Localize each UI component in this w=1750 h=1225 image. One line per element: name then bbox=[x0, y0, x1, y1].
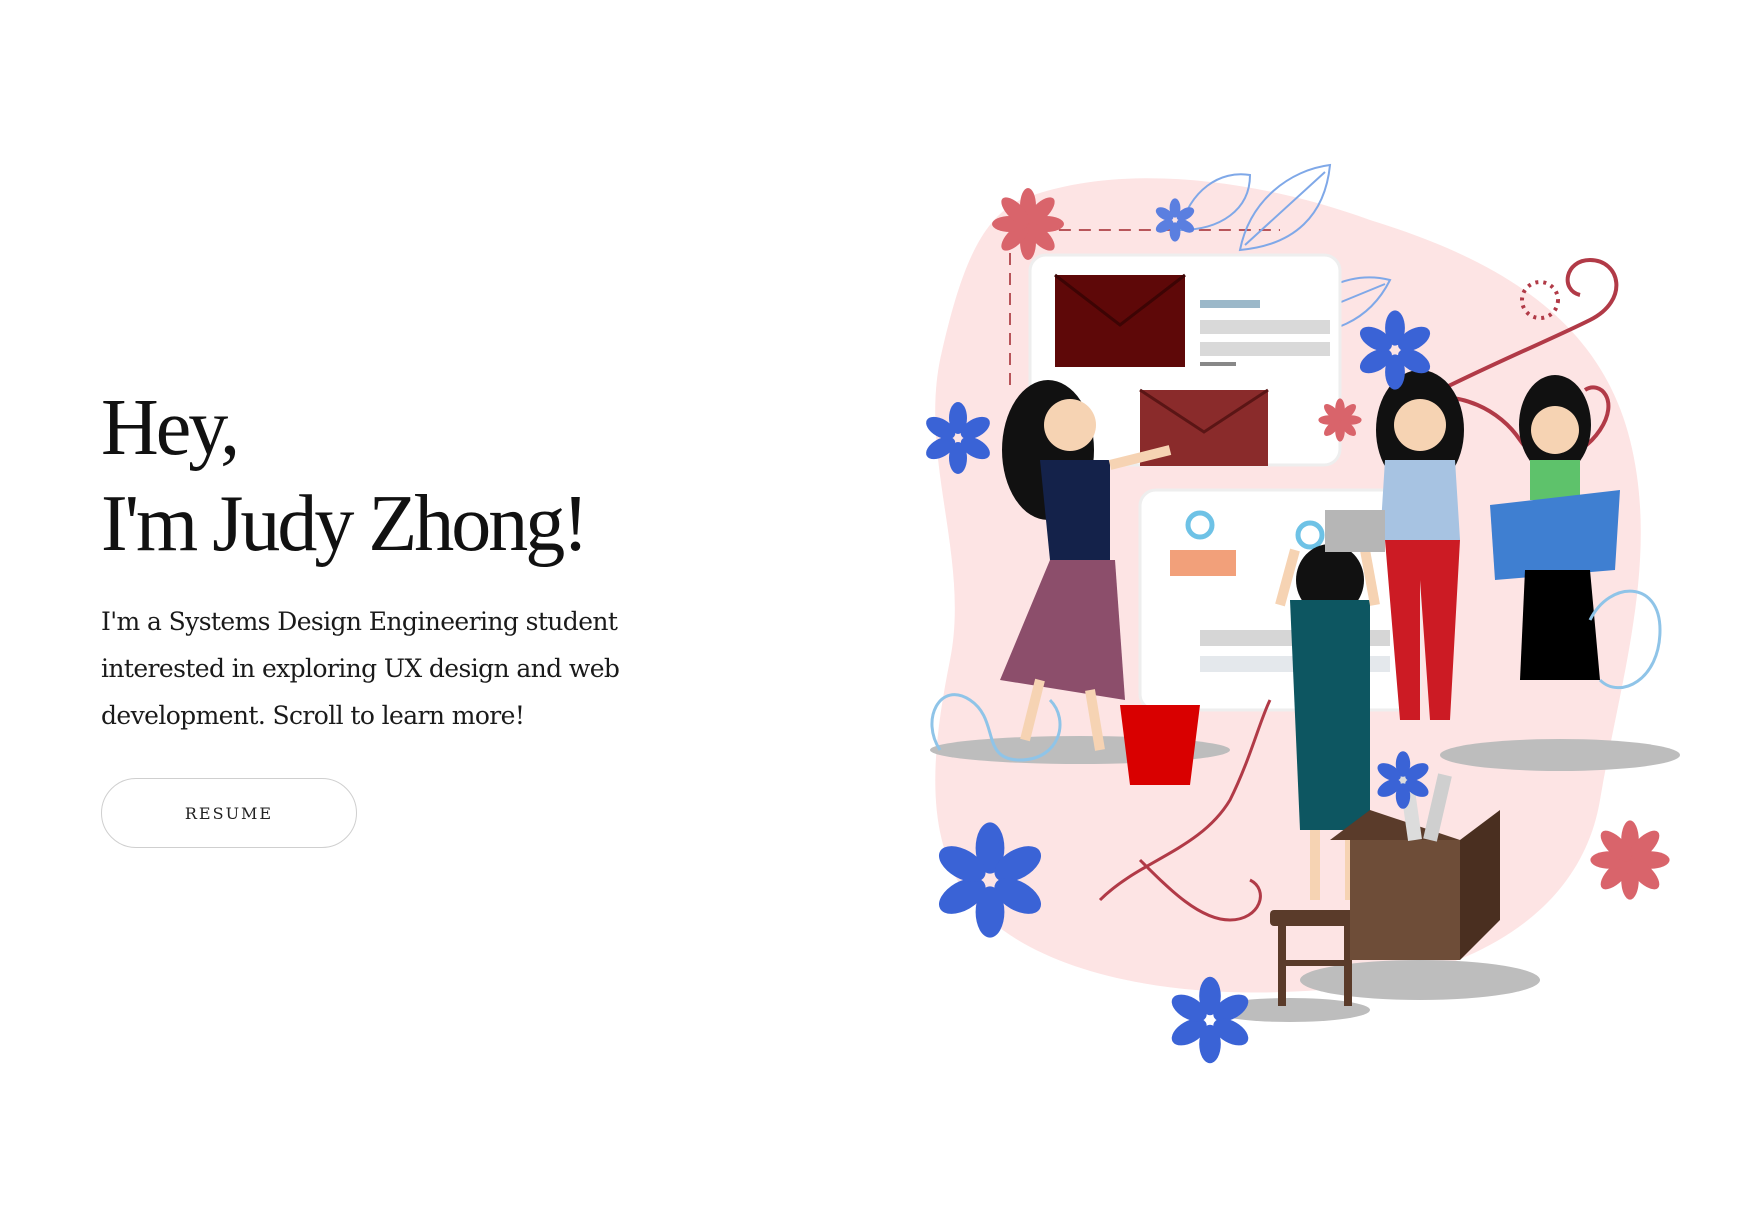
greeting-line-1: Hey, bbox=[101, 384, 240, 472]
hero-text: Hey, I'm Judy Zhong! I'm a Systems Desig… bbox=[101, 380, 721, 739]
resume-button[interactable]: RESUME bbox=[101, 778, 357, 848]
hero-illustration bbox=[922, 163, 1680, 1064]
flower-icon bbox=[992, 188, 1064, 260]
page-title: Hey, I'm Judy Zhong! bbox=[101, 380, 721, 572]
flower-icon bbox=[1590, 820, 1670, 900]
bucket-icon bbox=[1120, 705, 1200, 785]
flower-icon bbox=[1318, 398, 1362, 442]
intro-paragraph: I'm a Systems Design Engineering student… bbox=[101, 607, 620, 730]
greeting-line-2: I'm Judy Zhong! bbox=[101, 480, 589, 568]
